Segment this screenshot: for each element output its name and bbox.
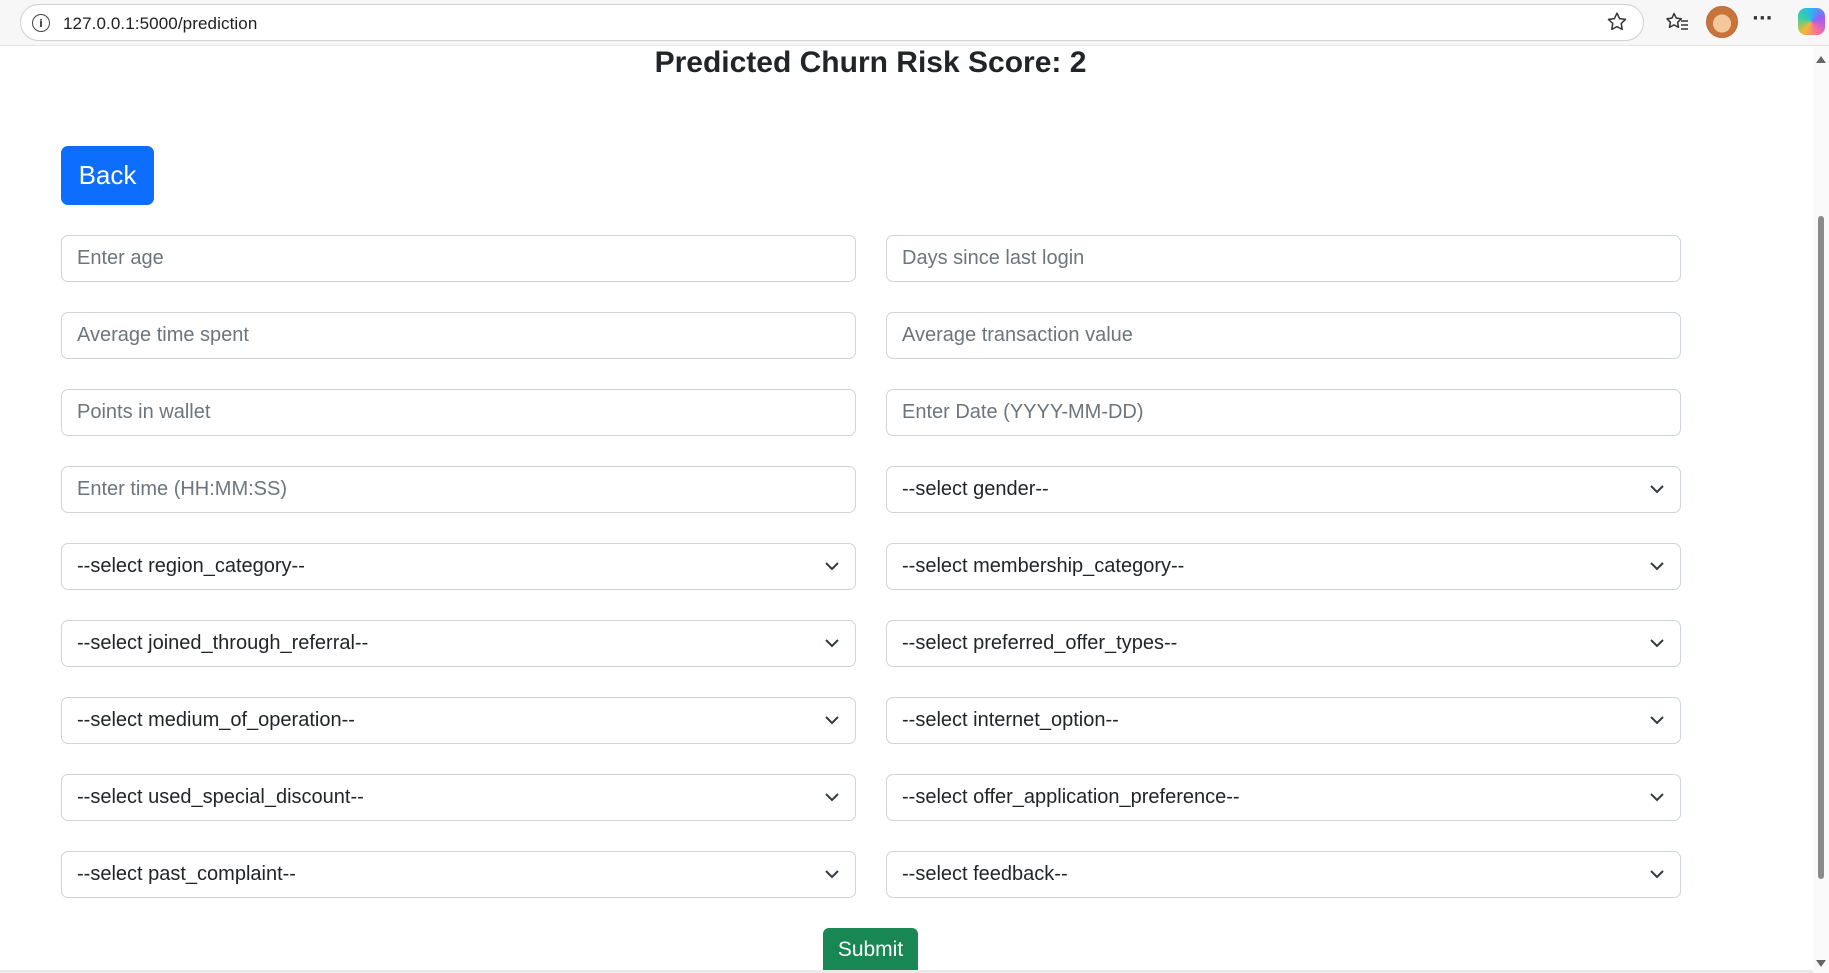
address-url[interactable]: 127.0.0.1:5000/prediction — [63, 14, 257, 34]
address-bar[interactable]: i 127.0.0.1:5000/prediction — [20, 4, 1644, 41]
chevron-down-icon — [1650, 639, 1664, 648]
scroll-up-arrow-icon[interactable] — [1816, 56, 1826, 63]
chevron-down-icon — [825, 562, 839, 571]
region-category-select-value: --select region_category-- — [77, 555, 305, 577]
page-content: Predicted Churn Risk Score: 2 Back Enter… — [0, 46, 1813, 973]
scrollbar-thumb[interactable] — [1818, 216, 1824, 879]
star-icon[interactable] — [1605, 10, 1629, 34]
chevron-down-icon — [825, 639, 839, 648]
feedback-select-value: --select feedback-- — [902, 863, 1068, 885]
avg-transaction-value-input[interactable]: Average transaction value — [886, 312, 1681, 359]
used-special-discount-select-value: --select used_special_discount-- — [77, 786, 364, 808]
copilot-icon[interactable] — [1798, 8, 1825, 35]
profile-avatar[interactable] — [1706, 6, 1738, 38]
joined-through-referral-select-value: --select joined_through_referral-- — [77, 632, 369, 654]
vertical-scrollbar[interactable] — [1813, 46, 1829, 973]
favorites-icon[interactable] — [1664, 9, 1690, 35]
membership-category-select-value: --select membership_category-- — [902, 555, 1185, 577]
info-icon[interactable]: i — [32, 14, 50, 32]
gender-select-value: --select gender-- — [902, 478, 1049, 500]
internet-option-select[interactable]: --select internet_option-- — [886, 697, 1681, 744]
chevron-down-icon — [1650, 716, 1664, 725]
avg-time-spent-input[interactable]: Average time spent — [61, 312, 856, 359]
preferred-offer-types-select[interactable]: --select preferred_offer_types-- — [886, 620, 1681, 667]
browser-toolbar: i 127.0.0.1:5000/prediction ··· — [0, 0, 1829, 46]
offer-application-preference-select-value: --select offer_application_preference-- — [902, 786, 1240, 808]
chevron-down-icon — [825, 716, 839, 725]
medium-of-operation-select[interactable]: --select medium_of_operation-- — [61, 697, 856, 744]
medium-of-operation-select-value: --select medium_of_operation-- — [77, 709, 355, 731]
more-icon[interactable]: ··· — [1752, 8, 1778, 34]
region-category-select[interactable]: --select region_category-- — [61, 543, 856, 590]
chevron-down-icon — [1650, 562, 1664, 571]
joined-through-referral-select[interactable]: --select joined_through_referral-- — [61, 620, 856, 667]
scroll-down-arrow-icon[interactable] — [1816, 960, 1826, 967]
gender-select[interactable]: --select gender-- — [886, 466, 1681, 513]
chevron-down-icon — [1650, 870, 1664, 879]
time-input[interactable]: Enter time (HH:MM:SS) — [61, 466, 856, 513]
past-complaint-select[interactable]: --select past_complaint-- — [61, 851, 856, 898]
chevron-down-icon — [1650, 793, 1664, 802]
chevron-down-icon — [1650, 485, 1664, 494]
internet-option-select-value: --select internet_option-- — [902, 709, 1119, 731]
chevron-down-icon — [825, 793, 839, 802]
date-input[interactable]: Enter Date (YYYY-MM-DD) — [886, 389, 1681, 436]
chevron-down-icon — [825, 870, 839, 879]
preferred-offer-types-select-value: --select preferred_offer_types-- — [902, 632, 1178, 654]
days-since-last-login-input[interactable]: Days since last login — [886, 235, 1681, 282]
page-title: Predicted Churn Risk Score: 2 — [654, 46, 1087, 79]
points-in-wallet-input[interactable]: Points in wallet — [61, 389, 856, 436]
submit-button[interactable]: Submit — [823, 928, 918, 973]
past-complaint-select-value: --select past_complaint-- — [77, 863, 296, 885]
age-input[interactable]: Enter age — [61, 235, 856, 282]
back-button[interactable]: Back — [61, 146, 154, 205]
offer-application-preference-select[interactable]: --select offer_application_preference-- — [886, 774, 1681, 821]
feedback-select[interactable]: --select feedback-- — [886, 851, 1681, 898]
membership-category-select[interactable]: --select membership_category-- — [886, 543, 1681, 590]
used-special-discount-select[interactable]: --select used_special_discount-- — [61, 774, 856, 821]
